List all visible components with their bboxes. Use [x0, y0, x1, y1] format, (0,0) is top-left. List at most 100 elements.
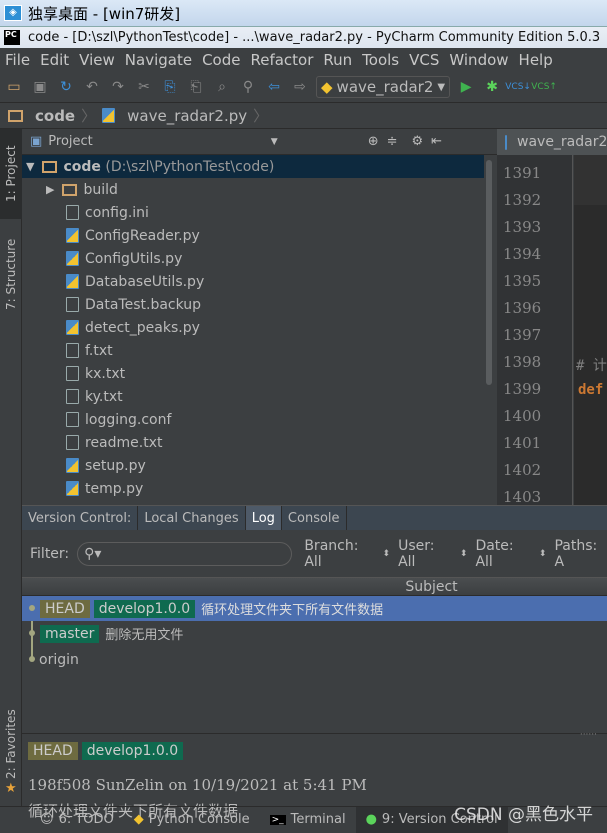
todo-icon: ☺: [40, 812, 54, 827]
tree-item[interactable]: ▶ build: [22, 178, 484, 201]
commit-row[interactable]: HEAD develop1.0.0 循环处理文件夹下所有文件数据: [22, 596, 607, 621]
locate-icon[interactable]: ⊕: [368, 134, 379, 149]
date-filter[interactable]: Date: All: [475, 538, 530, 570]
tree-item[interactable]: detect_peaks.py: [22, 316, 484, 339]
gear-icon[interactable]: ⚙: [412, 134, 424, 149]
filter-search-input[interactable]: ⚲▾: [77, 541, 293, 566]
chevron-down-icon[interactable]: ▼: [271, 137, 278, 147]
tree-item[interactable]: ConfigReader.py: [22, 224, 484, 247]
line-number: 1402: [503, 461, 542, 479]
expand-arrow-icon[interactable]: ▶: [46, 183, 54, 196]
tree-item[interactable]: readme.txt: [22, 431, 484, 454]
tab-project[interactable]: 1: Project: [0, 129, 22, 219]
user-filter[interactable]: User: All: [398, 538, 452, 570]
menu-bar: File Edit View Navigate Code Refactor Ru…: [0, 48, 607, 72]
menu-navigate[interactable]: Navigate: [125, 51, 192, 69]
code-editor[interactable]: # 计 def: [574, 155, 607, 505]
menu-run[interactable]: Run: [323, 51, 352, 69]
editor-tab[interactable]: wave_radar2: [497, 129, 607, 155]
save-icon[interactable]: ▣: [30, 77, 50, 97]
python-file-icon: [66, 481, 79, 496]
menu-help[interactable]: Help: [519, 51, 553, 69]
hide-icon[interactable]: ⇤: [431, 134, 442, 149]
search-icon: ⚲▾: [84, 545, 102, 562]
expand-arrow-icon[interactable]: ▼: [26, 160, 34, 173]
sync-icon[interactable]: ↻: [56, 77, 76, 97]
app-title: code - [D:\szl\PythonTest\code] - ...\wa…: [28, 30, 601, 45]
project-icon: ▣: [30, 134, 43, 149]
vcs-commit-icon[interactable]: VCS↑: [531, 77, 557, 97]
tree-item[interactable]: DatabaseUtils.py: [22, 270, 484, 293]
cut-icon[interactable]: ✂: [134, 77, 154, 97]
tree-item[interactable]: setup.py: [22, 454, 484, 477]
tree-item-label: f.txt: [85, 342, 113, 359]
menu-vcs[interactable]: VCS: [409, 51, 439, 69]
python-console-button[interactable]: ◆ Python Console: [124, 807, 260, 833]
tree-item[interactable]: config.ini: [22, 201, 484, 224]
redo-icon[interactable]: ↷: [108, 77, 128, 97]
tree-item[interactable]: f.txt: [22, 339, 484, 362]
commit-row[interactable]: master 删除无用文件: [22, 621, 607, 646]
branch-filter[interactable]: Branch: All: [304, 538, 374, 570]
menu-edit[interactable]: Edit: [40, 51, 69, 69]
watermark: CSDN @黑色水平: [454, 805, 593, 825]
tree-item[interactable]: DataTest.backup: [22, 293, 484, 316]
tree-item[interactable]: logging.conf: [22, 408, 484, 431]
debug-icon[interactable]: ✱: [482, 77, 502, 97]
copy-icon[interactable]: ⎘: [160, 77, 180, 97]
commit-row[interactable]: origin: [22, 647, 607, 672]
run-config-select[interactable]: ◆ wave_radar2 ▼: [316, 76, 451, 98]
vcs-update-icon[interactable]: VCS↓: [505, 77, 531, 97]
tree-item[interactable]: ConfigUtils.py: [22, 247, 484, 270]
tab-structure[interactable]: 7: Structure: [0, 229, 22, 319]
line-number: 1392: [503, 191, 542, 209]
back-icon[interactable]: ⇦: [264, 77, 284, 97]
menu-tools[interactable]: Tools: [362, 51, 399, 69]
forward-icon[interactable]: ⇨: [290, 77, 310, 97]
tab-log[interactable]: Log: [245, 506, 282, 530]
menu-window[interactable]: Window: [449, 51, 508, 69]
code-keyword: def: [578, 382, 604, 398]
line-number: 1399: [503, 380, 542, 398]
menu-file[interactable]: File: [5, 51, 30, 69]
menu-view[interactable]: View: [79, 51, 115, 69]
folder-icon: [42, 160, 58, 173]
tree-item-label: setup.py: [85, 457, 146, 474]
subject-column-header[interactable]: Subject: [22, 577, 607, 596]
paste-icon[interactable]: ⎗: [186, 77, 206, 97]
menu-code[interactable]: Code: [202, 51, 240, 69]
python-console-label: Python Console: [148, 812, 250, 827]
splitter-handle[interactable]: ······: [580, 730, 597, 740]
run-icon[interactable]: ▶: [456, 77, 476, 97]
terminal-label: Terminal: [290, 812, 346, 827]
line-number: 1396: [503, 299, 542, 317]
find-icon[interactable]: ⌕: [212, 77, 232, 97]
tree-root[interactable]: ▼ code (D:\szl\PythonTest\code): [22, 155, 484, 178]
open-folder-icon[interactable]: ▭: [4, 77, 24, 97]
line-number: 1393: [503, 218, 542, 236]
tree-item-label: DatabaseUtils.py: [85, 273, 205, 290]
tree-item[interactable]: kx.txt: [22, 362, 484, 385]
tab-local-changes[interactable]: Local Changes: [138, 506, 246, 530]
project-view-select[interactable]: Project: [48, 134, 92, 149]
undo-icon[interactable]: ↶: [82, 77, 102, 97]
paths-filter[interactable]: Paths: A: [554, 538, 607, 570]
chevron-down-icon: ▼: [437, 81, 446, 93]
menu-refactor[interactable]: Refactor: [250, 51, 313, 69]
todo-tool-button[interactable]: ☺ 6: TODO: [30, 807, 124, 833]
vc-label: Version Control:: [22, 506, 139, 530]
tree-item[interactable]: temp.py: [22, 477, 484, 500]
collapse-icon[interactable]: ≑: [387, 134, 398, 149]
tab-favorites[interactable]: 2: Favorites: [0, 704, 22, 784]
replace-icon[interactable]: ⚲: [238, 77, 258, 97]
project-scrollbar[interactable]: [484, 155, 494, 505]
tree-item[interactable]: ky.txt: [22, 385, 484, 408]
root-path: (D:\szl\PythonTest\code): [105, 158, 275, 175]
branch-tag: master: [40, 624, 100, 643]
terminal-button[interactable]: >_ Terminal: [260, 807, 356, 833]
tab-console[interactable]: Console: [282, 506, 347, 530]
python-icon: ◆: [321, 78, 333, 96]
breadcrumb-file[interactable]: wave_radar2.py: [127, 107, 247, 125]
breadcrumb-folder[interactable]: code: [35, 107, 75, 125]
python-file-icon: [102, 108, 116, 123]
